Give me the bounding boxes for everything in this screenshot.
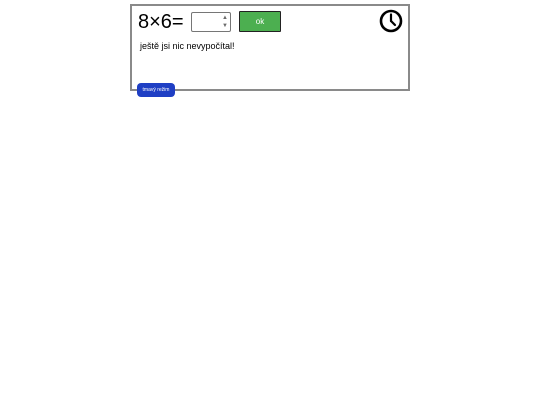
dark-mode-button[interactable]: tmavý režim [137, 83, 175, 97]
equation-text: 8×6= [138, 11, 184, 33]
ok-button[interactable]: ok [239, 11, 281, 32]
quiz-panel: 8×6= ▲ ▼ ok ještě jsi nic nevypočítal! [130, 4, 410, 91]
answer-number-field[interactable]: ▲ ▼ [191, 12, 231, 32]
chevron-up-icon[interactable]: ▲ [221, 14, 229, 22]
status-message: ještě jsi nic nevypočítal! [140, 41, 235, 51]
clock-icon[interactable] [379, 9, 403, 33]
chevron-down-icon[interactable]: ▼ [221, 22, 229, 30]
